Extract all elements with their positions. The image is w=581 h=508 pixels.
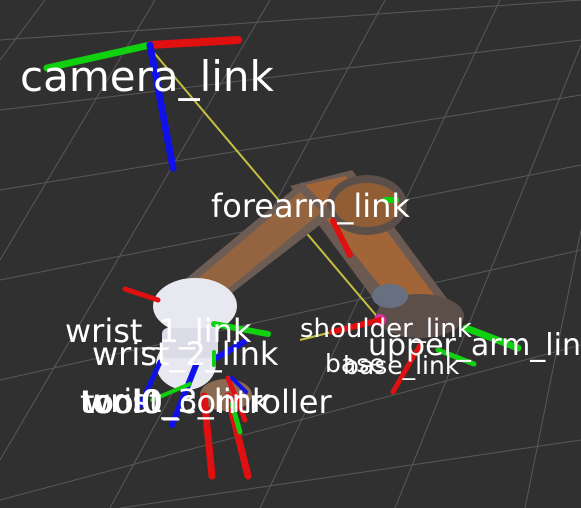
wrist-2-link-label: wrist_2_link xyxy=(92,335,279,373)
shoulder-link-label: shoulder_link xyxy=(300,314,472,344)
scene-canvas[interactable]: camera_link forearm_link upper_arm_link … xyxy=(0,0,581,508)
camera-link-label: camera_link xyxy=(20,52,275,101)
forearm-link-label: forearm_link xyxy=(211,187,410,225)
tool0-controller-label: tool0_controller xyxy=(82,383,332,421)
3d-viewport[interactable]: camera_link forearm_link upper_arm_link … xyxy=(0,0,581,508)
base-label: base xyxy=(325,349,385,378)
shoulder-cap xyxy=(372,284,408,308)
